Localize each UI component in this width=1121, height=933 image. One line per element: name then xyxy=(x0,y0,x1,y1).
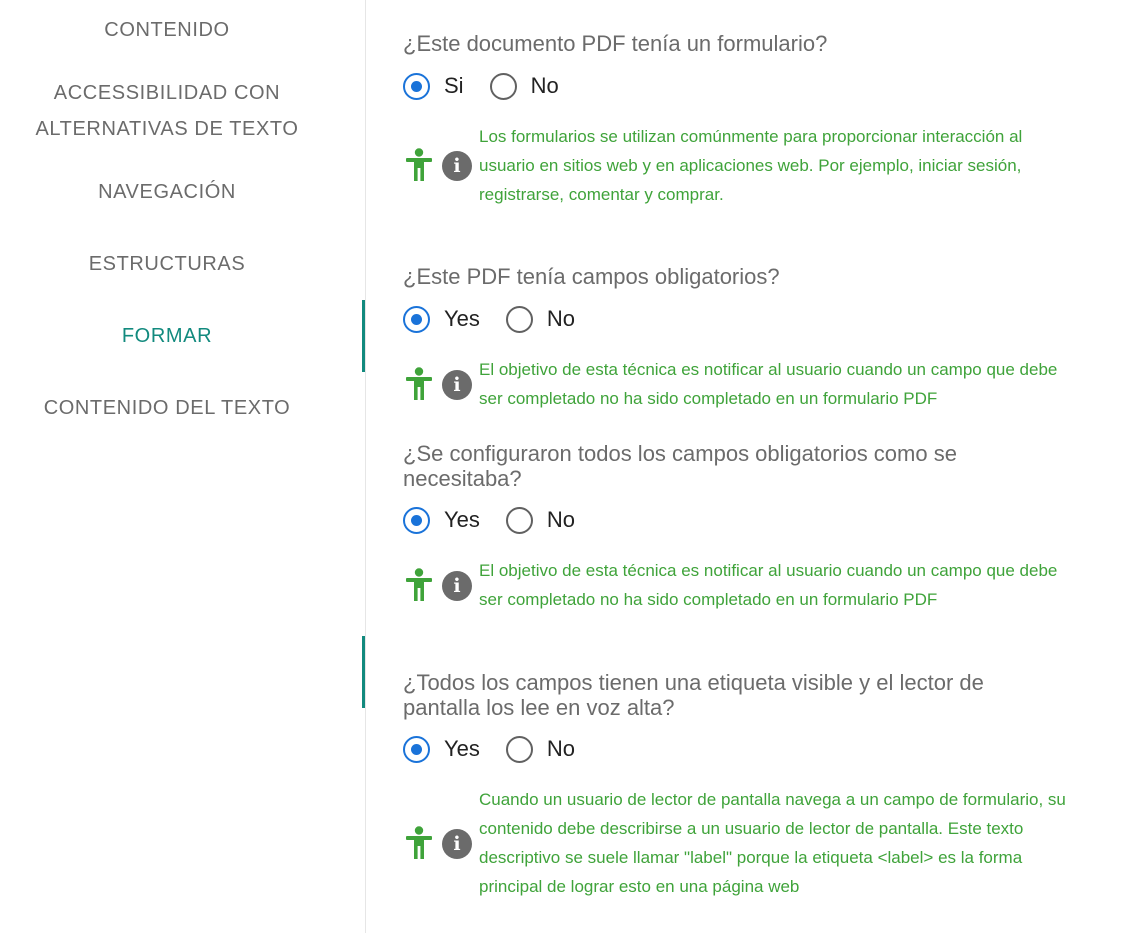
sidebar-nav: CONTENIDO ACCESSIBILIDAD CON ALTERNATIVA… xyxy=(0,0,366,933)
radio-button[interactable] xyxy=(505,735,533,763)
sidebar-item-label: CONTENIDO DEL TEXTO xyxy=(43,397,291,419)
info-text: Cuando un usuario de lector de pantalla … xyxy=(479,790,1066,896)
radio-button-checked[interactable] xyxy=(403,506,430,534)
radio-option-si[interactable]: Si xyxy=(403,72,464,100)
sidebar-item-label: ACCESSIBILIDAD CON xyxy=(53,82,281,104)
radio-option-yes[interactable]: Yes xyxy=(403,506,480,534)
radio-option-no[interactable]: No xyxy=(489,72,559,100)
question-title: ¿Este documento PDF tenía un formulario? xyxy=(403,31,828,56)
accessibility-icon xyxy=(406,826,432,859)
radio-option-no[interactable]: No xyxy=(505,305,576,333)
info-icon[interactable]: i xyxy=(442,829,472,859)
info-text: Los formularios se utilizan comúnmente p… xyxy=(479,127,1023,204)
radio-label: No xyxy=(546,507,576,532)
radio-button-checked[interactable] xyxy=(403,735,430,763)
radio-button[interactable] xyxy=(489,72,517,100)
radio-label: Yes xyxy=(444,306,480,331)
sidebar-item-label: CONTENIDO xyxy=(104,19,230,41)
radio-button-checked[interactable] xyxy=(403,305,430,333)
info-text: El objetivo de esta técnica es notificar… xyxy=(479,561,1058,609)
info-icon[interactable]: i xyxy=(442,571,472,601)
sidebar-item-label: ALTERNATIVAS DE TEXTO xyxy=(35,118,299,140)
sidebar-item-navegacion[interactable]: NAVEGACIÓN xyxy=(0,174,334,210)
radio-option-yes[interactable]: Yes xyxy=(403,305,480,333)
question-title: ¿Todos los campos tienen una etiqueta vi… xyxy=(403,670,984,720)
info-icon[interactable]: i xyxy=(442,151,472,181)
radio-option-yes[interactable]: Yes xyxy=(403,735,480,763)
scroll-indicator[interactable] xyxy=(362,636,365,708)
form-section: ¿Este documento PDF tenía un formulario?… xyxy=(366,0,1121,933)
sidebar-item-formar[interactable]: FORMAR xyxy=(0,318,334,354)
radio-label: No xyxy=(530,73,559,98)
radio-label: No xyxy=(546,736,576,761)
sidebar-item-contenido[interactable]: CONTENIDO xyxy=(0,12,334,48)
radio-option-no[interactable]: No xyxy=(505,506,576,534)
radio-group: Yes No xyxy=(403,504,601,536)
active-indicator xyxy=(362,300,365,372)
radio-button[interactable] xyxy=(505,305,533,333)
sidebar-item-label: NAVEGACIÓN xyxy=(98,181,236,203)
radio-group: Yes No xyxy=(403,303,601,335)
radio-label: Si xyxy=(444,73,464,98)
question-title: ¿Se configuraron todos los campos obliga… xyxy=(403,441,957,491)
sidebar-item-estructuras[interactable]: ESTRUCTURAS xyxy=(0,246,334,282)
radio-label: Yes xyxy=(444,736,480,761)
radio-button[interactable] xyxy=(505,506,533,534)
radio-option-no[interactable]: No xyxy=(505,735,576,763)
radio-group: Yes No xyxy=(403,733,601,765)
radio-label: No xyxy=(546,306,576,331)
question-title: ¿Este PDF tenía campos obligatorios? xyxy=(403,264,780,289)
info-icon[interactable]: i xyxy=(442,370,472,400)
sidebar-item-label: FORMAR xyxy=(121,325,213,347)
accessibility-icon xyxy=(406,568,432,601)
radio-group: Si No xyxy=(403,70,585,102)
radio-button-checked[interactable] xyxy=(403,72,430,100)
sidebar-item-label: ESTRUCTURAS xyxy=(88,253,246,275)
accessibility-icon xyxy=(406,148,432,181)
sidebar-item-contenido-del-texto[interactable]: CONTENIDO DEL TEXTO xyxy=(0,390,334,426)
info-text: El objetivo de esta técnica es notificar… xyxy=(479,360,1058,408)
accessibility-icon xyxy=(406,367,432,400)
radio-label: Yes xyxy=(444,507,480,532)
sidebar-item-accesibilidad[interactable]: ACCESSIBILIDAD CON ALTERNATIVAS DE TEXTO xyxy=(0,75,334,147)
